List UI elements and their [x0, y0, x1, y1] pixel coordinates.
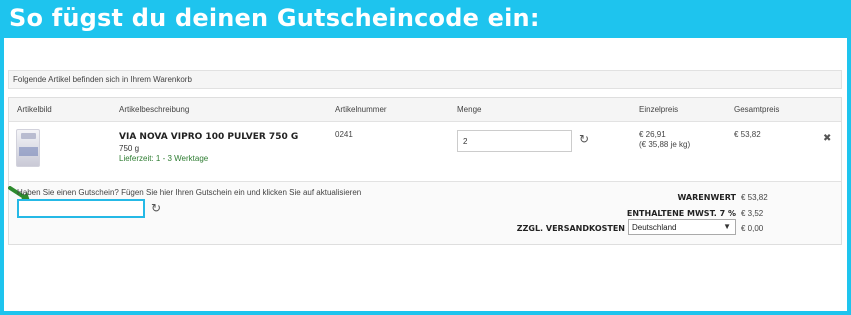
- product-image-label: [19, 147, 38, 156]
- vat-label: ENTHALTENE MWST. 7 %: [626, 209, 736, 218]
- cart-info-text: Folgende Artikel befinden sich in Ihrem …: [13, 75, 192, 84]
- header-description: Artikelbeschreibung: [119, 105, 190, 114]
- cart-panel: Folgende Artikel befinden sich in Ihrem …: [4, 38, 847, 311]
- header-banner: So fügst du deinen Gutscheincode ein:: [0, 0, 851, 38]
- quantity-input[interactable]: 2: [457, 130, 572, 152]
- product-image-cap: [21, 133, 36, 139]
- table-header: Artikelbild Artikelbeschreibung Artikeln…: [9, 98, 841, 122]
- coupon-input[interactable]: [17, 199, 145, 218]
- total-price: € 53,82: [734, 130, 761, 139]
- shipping-country-select[interactable]: Deutschland ▼: [628, 219, 736, 235]
- header-quantity: Menge: [457, 105, 482, 114]
- vat-value: € 3,52: [741, 209, 764, 218]
- product-delivery-time: Lieferzeit: 1 - 3 Werktage: [119, 154, 209, 163]
- product-name[interactable]: VIA NOVA VIPRO 100 PULVER 750 G: [119, 132, 298, 142]
- unit-price: € 26,91: [639, 130, 666, 139]
- banner-title: So fügst du deinen Gutscheincode ein:: [9, 4, 540, 32]
- goods-value-label: WARENWERT: [677, 193, 736, 202]
- chevron-down-icon: ▼: [723, 222, 731, 231]
- cart-info-bar: Folgende Artikel befinden sich in Ihrem …: [8, 70, 842, 89]
- shipping-country-value: Deutschland: [632, 223, 677, 232]
- shipping-label: ZZGL. VERSANDKOSTEN: [516, 224, 625, 233]
- goods-value: € 53,82: [741, 193, 768, 202]
- header-unit-price: Einzelpreis: [639, 105, 679, 114]
- cart-table: Artikelbild Artikelbeschreibung Artikeln…: [8, 97, 842, 245]
- shipping-value: € 0,00: [741, 224, 764, 233]
- refresh-icon[interactable]: ↻: [579, 133, 591, 145]
- header-article-number: Artikelnummer: [335, 105, 387, 114]
- header-image: Artikelbild: [17, 105, 52, 114]
- unit-price-per-kg: (€ 35,88 je kg): [639, 140, 691, 149]
- article-number: 0241: [335, 130, 353, 139]
- product-image[interactable]: [16, 129, 40, 167]
- table-row: VIA NOVA VIPRO 100 PULVER 750 G 750 g Li…: [9, 122, 841, 182]
- product-size: 750 g: [119, 144, 140, 153]
- coupon-refresh-icon[interactable]: ↻: [151, 202, 163, 214]
- header-total-price: Gesamtpreis: [734, 105, 780, 114]
- coupon-label: Haben Sie einen Gutschein? Fügen Sie hie…: [17, 188, 362, 197]
- close-icon[interactable]: ✖: [823, 133, 831, 144]
